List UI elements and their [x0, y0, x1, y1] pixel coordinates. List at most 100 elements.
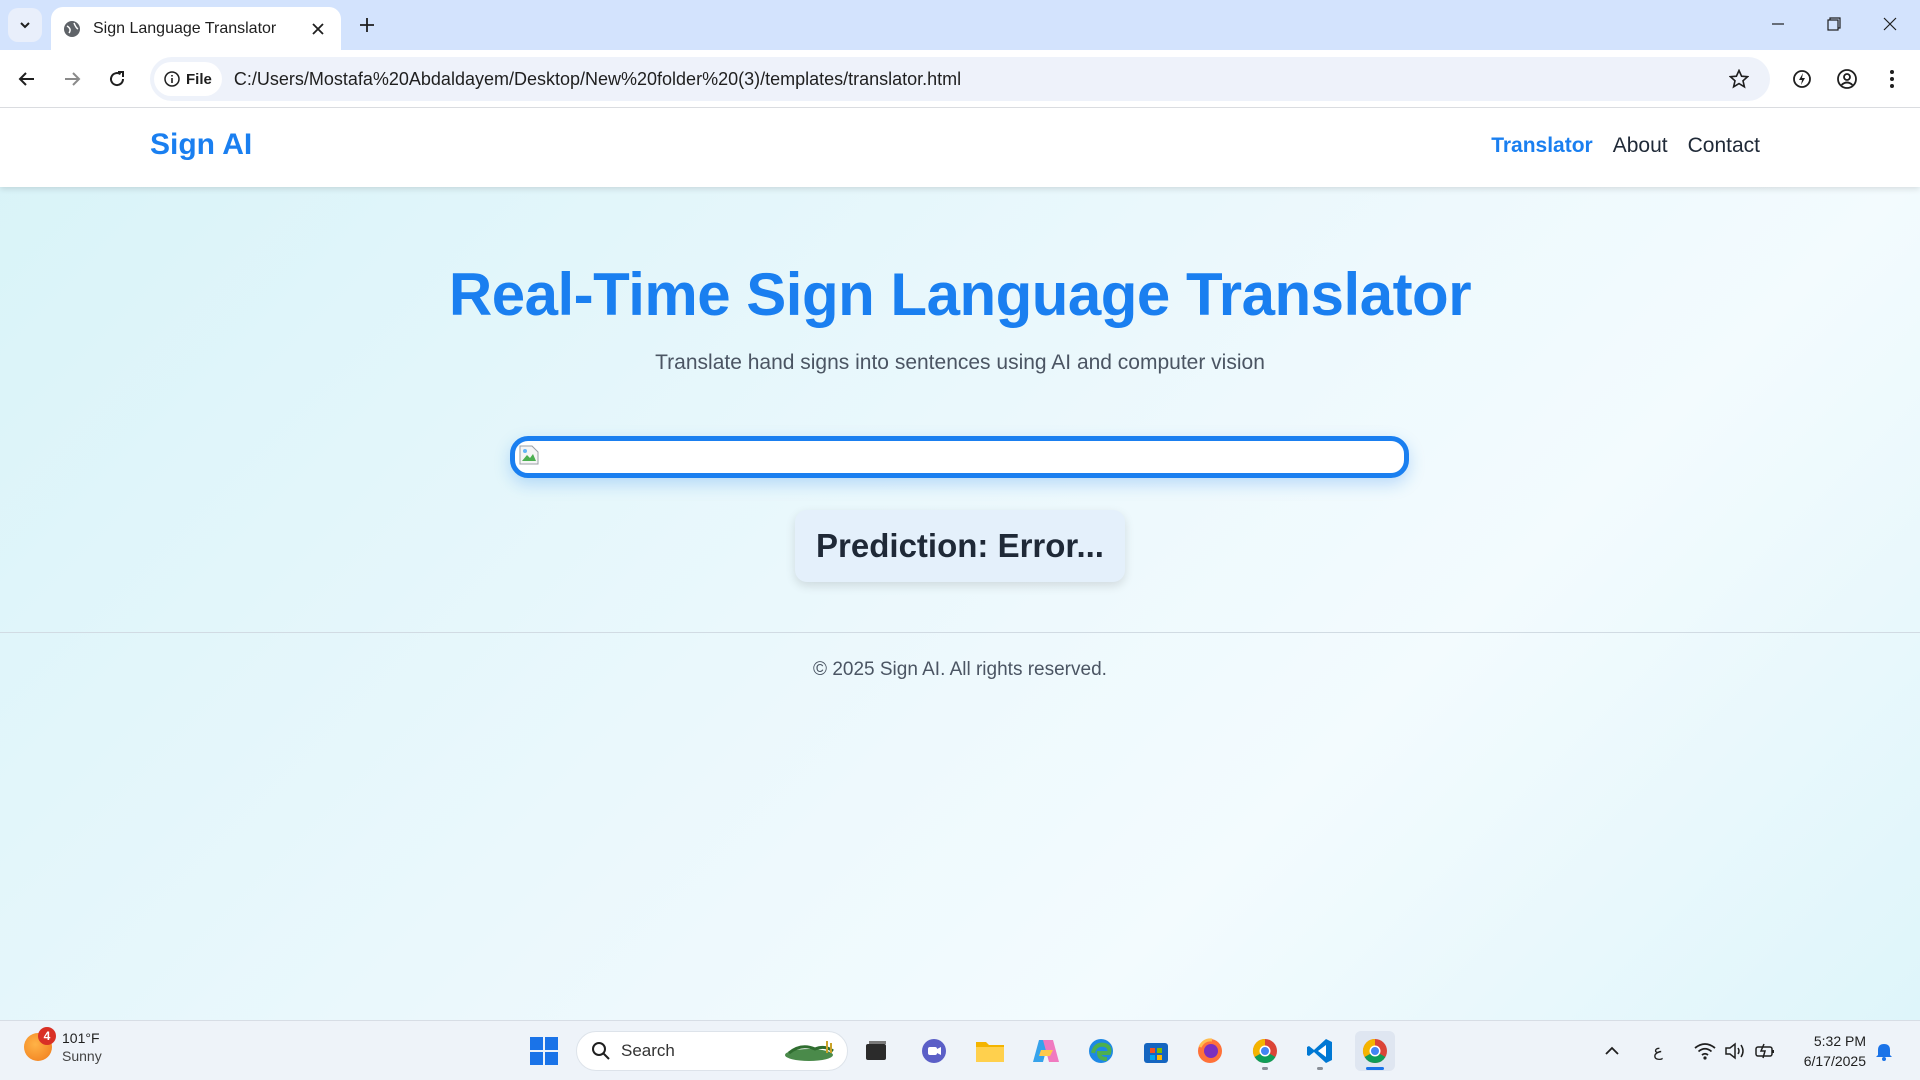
browser-tab-bar: Sign Language Translator: [0, 0, 1920, 50]
globe-icon: [64, 20, 80, 37]
forward-button[interactable]: [54, 61, 90, 97]
web-page: Sign AI Translator About Contact Real-Ti…: [0, 108, 1920, 1020]
browser-toolbar: File C:/Users/Mostafa%20Abdaldayem/Deskt…: [0, 50, 1920, 108]
nav-link-contact[interactable]: Contact: [1688, 134, 1760, 158]
nav-link-translator[interactable]: Translator: [1491, 134, 1593, 158]
active-indicator: [1366, 1067, 1384, 1070]
taskbar-teams[interactable]: [914, 1031, 954, 1071]
weather-widget[interactable]: 4 101°F Sunny: [24, 1027, 102, 1065]
close-window-button[interactable]: [1862, 0, 1918, 48]
taskbar-edge[interactable]: [1081, 1031, 1121, 1071]
site-info-label: File: [186, 70, 212, 88]
running-indicator: [1262, 1067, 1268, 1070]
site-logo[interactable]: Sign AI: [150, 128, 252, 162]
system-clock[interactable]: 5:32 PM 6/17/2025: [1804, 1031, 1866, 1071]
footer-copyright: © 2025 Sign AI. All rights reserved.: [813, 659, 1107, 680]
tab-title: Sign Language Translator: [93, 19, 277, 37]
bookmark-button[interactable]: [1722, 62, 1756, 96]
search-highlight-icon: [785, 1041, 834, 1061]
site-navbar: Sign AI Translator About Contact: [0, 108, 1920, 187]
close-icon: [1883, 17, 1897, 31]
tab-close-button[interactable]: [307, 18, 329, 40]
taskbar-task-view[interactable]: [856, 1031, 896, 1071]
reload-icon: [110, 71, 125, 87]
windows-logo-icon: [530, 1037, 558, 1065]
more-vertical-icon: [1890, 70, 1894, 88]
language-indicator[interactable]: ع: [1646, 1039, 1670, 1063]
reload-button[interactable]: [99, 61, 135, 97]
new-tab-button[interactable]: [352, 10, 382, 40]
site-info-chip[interactable]: File: [154, 62, 222, 96]
chevron-down-icon: [20, 22, 30, 29]
extensions-button[interactable]: [1784, 61, 1820, 97]
account-icon: [1837, 69, 1857, 89]
url-text[interactable]: C:/Users/Mostafa%20Abdaldayem/Desktop/Ne…: [234, 69, 1722, 90]
broken-image-icon: [519, 445, 539, 465]
page-subtitle: Translate hand signs into sentences usin…: [655, 351, 1265, 374]
weather-temperature: 101°F: [62, 1030, 100, 1046]
vscode-icon: [1307, 1039, 1332, 1063]
show-hidden-icons-button[interactable]: [1600, 1039, 1624, 1063]
search-label: Search: [621, 1041, 675, 1060]
wifi-icon: [1694, 1043, 1716, 1060]
address-bar[interactable]: File C:/Users/Mostafa%20Abdaldayem/Deskt…: [150, 57, 1770, 101]
restore-icon: [1827, 17, 1841, 31]
task-view-icon: [866, 1041, 886, 1060]
restore-button[interactable]: [1806, 0, 1862, 48]
taskbar-copilot[interactable]: [1026, 1031, 1066, 1071]
info-icon: [164, 71, 180, 87]
taskbar-vscode[interactable]: [1300, 1031, 1340, 1071]
windows-taskbar: 4 101°F Sunny Search ع 5:32 PM 6/17/2025: [0, 1020, 1920, 1080]
store-icon: [1144, 1043, 1168, 1063]
taskbar-file-explorer[interactable]: [970, 1031, 1010, 1071]
weather-condition: Sunny: [62, 1048, 102, 1064]
taskbar-chrome-1[interactable]: [1245, 1031, 1285, 1071]
video-feed-frame: [510, 436, 1409, 478]
menu-button[interactable]: [1874, 61, 1910, 97]
performance-icon: [1793, 70, 1811, 88]
edge-icon: [1089, 1039, 1113, 1063]
tab-search-button[interactable]: [8, 8, 42, 42]
prediction-text: Prediction: Error...: [816, 527, 1104, 564]
close-icon: [312, 22, 324, 35]
clock-date: 6/17/2025: [1803, 1053, 1866, 1069]
minimize-button[interactable]: [1750, 0, 1806, 48]
running-indicator: [1317, 1067, 1323, 1070]
notifications-button[interactable]: [1872, 1039, 1896, 1063]
chrome-icon: [1252, 1039, 1277, 1064]
clock-time: 5:32 PM: [1813, 1033, 1866, 1049]
speaker-icon: [1725, 1042, 1744, 1060]
bell-icon: [1876, 1044, 1892, 1061]
sun-icon: 4: [24, 1027, 56, 1061]
start-button[interactable]: [524, 1031, 564, 1071]
folder-icon: [976, 1042, 1004, 1062]
chat-icon: [922, 1039, 946, 1063]
browser-tab[interactable]: Sign Language Translator: [51, 7, 341, 50]
battery-charging-icon: [1755, 1043, 1774, 1059]
footer-divider: [0, 632, 1920, 633]
taskbar-store[interactable]: [1136, 1031, 1176, 1071]
taskbar-search[interactable]: Search: [576, 1031, 848, 1071]
nav-link-about[interactable]: About: [1613, 134, 1668, 158]
copilot-icon: [1033, 1040, 1059, 1062]
arrow-right-icon: [65, 72, 81, 86]
search-icon: [592, 1042, 610, 1060]
taskbar-chrome-2[interactable]: [1355, 1031, 1395, 1071]
notification-badge: 4: [38, 1027, 56, 1045]
page-title: Real-Time Sign Language Translator: [448, 261, 1472, 328]
star-icon: [1729, 69, 1749, 89]
taskbar-firefox[interactable]: [1190, 1031, 1230, 1071]
firefox-icon: [1198, 1038, 1222, 1063]
prediction-box: Prediction: Error...: [795, 510, 1125, 582]
wifi-button[interactable]: [1693, 1039, 1717, 1063]
arrow-left-icon: [18, 72, 34, 86]
minimize-icon: [1772, 23, 1784, 25]
chrome-icon: [1362, 1039, 1387, 1064]
plus-icon: [360, 18, 374, 32]
site-nav: Translator About Contact: [1491, 134, 1760, 158]
chevron-up-icon: [1605, 1046, 1619, 1055]
battery-button[interactable]: [1753, 1039, 1777, 1063]
profile-button[interactable]: [1829, 61, 1865, 97]
volume-button[interactable]: [1723, 1039, 1747, 1063]
back-button[interactable]: [9, 61, 45, 97]
